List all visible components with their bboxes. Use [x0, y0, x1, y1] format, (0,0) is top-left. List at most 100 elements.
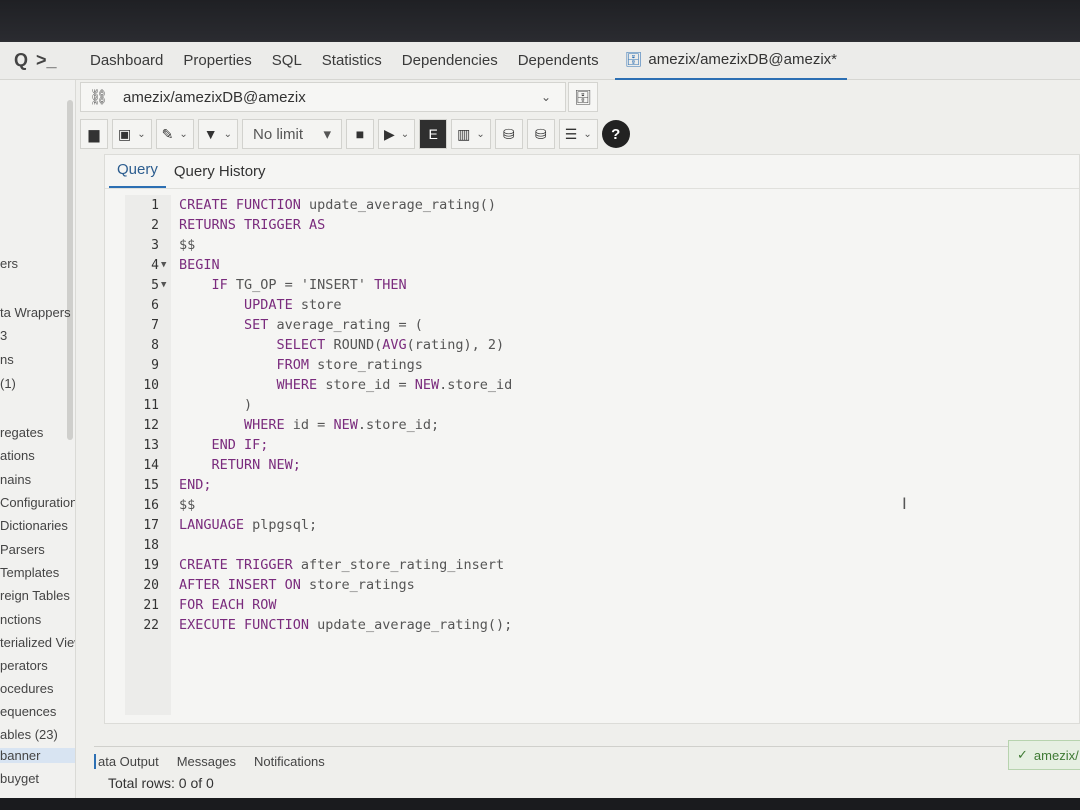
- tree-item[interactable]: ers: [0, 256, 75, 271]
- tab-dependents[interactable]: Dependents: [508, 42, 609, 80]
- sql-keyword: END;: [179, 477, 212, 493]
- sql-keyword: FROM: [179, 357, 318, 373]
- connection-value: amezix/amezixDB@amezix: [123, 88, 306, 106]
- code-line[interactable]: 19 CREATE TRIGGER after_store_rating_inse…: [125, 555, 504, 575]
- tree-item[interactable]: terialized Views: [0, 635, 75, 650]
- tree-item[interactable]: nctions: [0, 612, 75, 627]
- fold-toggle-icon[interactable]: ▼: [159, 260, 171, 270]
- tree-item[interactable]: ta Wrappers: [0, 305, 75, 320]
- chevron-down-icon: ⌄: [179, 128, 188, 140]
- row-limit-select[interactable]: No limit ▾: [242, 119, 342, 149]
- tree-item[interactable]: Parsers: [0, 542, 75, 557]
- tree-item[interactable]: Configuration:: [0, 495, 75, 510]
- code-line[interactable]: 20 AFTER INSERT ON store_ratings: [125, 575, 414, 595]
- code-line[interactable]: 13 END IF;: [125, 435, 268, 455]
- line-number: 1: [151, 197, 159, 213]
- sql-keyword: WHERE: [179, 377, 326, 393]
- code-text: WHERE store_id = NEW.store_id: [171, 377, 513, 393]
- code-line[interactable]: 11 ): [125, 395, 252, 415]
- code-line[interactable]: 3 $$: [125, 235, 195, 255]
- code-line[interactable]: 1 CREATE FUNCTION update_average_rating(): [125, 195, 496, 215]
- sql-token: ROUND(: [333, 337, 383, 353]
- sql-keyword: RETURN NEW;: [179, 457, 301, 473]
- code-line[interactable]: 12 WHERE id = NEW.store_id;: [125, 415, 439, 435]
- rollback-button[interactable]: ⛁: [526, 119, 555, 149]
- edit-button[interactable]: ✎ ⌄: [155, 119, 194, 149]
- commit-button[interactable]: ⛁: [494, 119, 523, 149]
- database-button[interactable]: 🗄: [568, 82, 598, 112]
- line-number: 3: [151, 237, 159, 253]
- tree-item[interactable]: regates: [0, 425, 75, 440]
- sql-keyword: AFTER INSERT ON: [179, 577, 310, 593]
- open-file-button[interactable]: ▆: [80, 119, 108, 149]
- code-line[interactable]: 16 $$: [125, 495, 195, 515]
- tab-messages[interactable]: Messages: [177, 754, 236, 769]
- fold-toggle-icon[interactable]: ▼: [159, 280, 171, 290]
- code-line[interactable]: 2 RETURNS TRIGGER AS: [125, 215, 325, 235]
- chevron-down-icon: ⌄: [476, 128, 485, 140]
- code-line[interactable]: 14 RETURN NEW;: [125, 455, 301, 475]
- macros-button[interactable]: ☰ ⌄: [558, 119, 598, 149]
- code-line[interactable]: 8 SELECT ROUND(AVG(rating), 2): [125, 335, 504, 355]
- tree-item-selected[interactable]: banner: [0, 748, 75, 763]
- help-button[interactable]: ?: [601, 120, 630, 148]
- line-number: 6: [151, 297, 159, 313]
- tree-item[interactable]: (1): [0, 376, 75, 391]
- sql-keyword: SET: [179, 317, 277, 333]
- code-text: BEGIN: [171, 257, 220, 273]
- tree-item[interactable]: buyget: [0, 771, 75, 786]
- stop-button[interactable]: ■: [346, 119, 374, 149]
- code-text: FOR EACH ROW: [171, 597, 277, 613]
- sql-token: store: [300, 297, 342, 313]
- tree-item[interactable]: Dictionaries: [0, 518, 75, 533]
- tree-item[interactable]: Templates: [0, 565, 75, 580]
- code-line[interactable]: 6 UPDATE store: [125, 295, 342, 315]
- tab-data-output[interactable]: ata Output: [94, 754, 159, 769]
- explain-analyze-button[interactable]: ▥ ⌄: [451, 119, 491, 149]
- code-text: END IF;: [171, 437, 269, 453]
- tab-properties[interactable]: Properties: [173, 42, 261, 80]
- code-line[interactable]: 10 WHERE store_id = NEW.store_id: [125, 375, 512, 395]
- tab-dependencies[interactable]: Dependencies: [392, 42, 508, 80]
- success-toast[interactable]: ✓ amezix/: [1008, 740, 1080, 770]
- code-line[interactable]: 5 ▼ IF TG_OP = 'INSERT' THEN: [125, 275, 406, 295]
- tree-item[interactable]: reign Tables: [0, 588, 75, 603]
- row-limit-value: No limit: [253, 125, 304, 143]
- save-button[interactable]: ▣ ⌄: [112, 119, 152, 149]
- tree-item[interactable]: ocedures: [0, 681, 75, 696]
- connection-select[interactable]: ⛓ amezix/amezixDB@amezix ⌄: [80, 82, 566, 112]
- tree-item[interactable]: perators: [0, 658, 75, 673]
- terminal-icon[interactable]: >_: [36, 50, 57, 71]
- search-icon[interactable]: Q: [14, 50, 28, 71]
- tab-sql[interactable]: SQL: [262, 42, 312, 80]
- code-line[interactable]: 18: [125, 535, 179, 555]
- tree-item[interactable]: nains: [0, 472, 75, 487]
- code-line[interactable]: 15 END;: [125, 475, 212, 495]
- code-text: CREATE FUNCTION update_average_rating(): [171, 197, 496, 213]
- code-line[interactable]: 7 SET average_rating = (: [125, 315, 423, 335]
- tree-item[interactable]: ations: [0, 448, 75, 463]
- line-number: 16: [143, 497, 159, 513]
- code-line[interactable]: 22 EXECUTE FUNCTION update_average_rating…: [125, 615, 512, 635]
- code-text: ): [171, 397, 252, 413]
- tab-query-tool[interactable]: 🗄 amezix/amezixDB@amezix*: [614, 42, 847, 80]
- tree-item[interactable]: ns: [0, 352, 75, 367]
- tree-item[interactable]: equences: [0, 704, 75, 719]
- code-text: END;: [171, 477, 212, 493]
- code-line[interactable]: 21 FOR EACH ROW: [125, 595, 277, 615]
- code-line[interactable]: 9 FROM store_ratings: [125, 355, 423, 375]
- filter-button[interactable]: ▼ ⌄: [197, 119, 238, 149]
- tab-statistics[interactable]: Statistics: [312, 42, 392, 80]
- explain-button[interactable]: E: [419, 119, 448, 149]
- execute-button[interactable]: ▶ ⌄: [378, 119, 416, 149]
- code-line[interactable]: 17 LANGUAGE plpgsql;: [125, 515, 317, 535]
- tab-dashboard[interactable]: Dashboard: [80, 42, 173, 80]
- object-explorer: ers ta Wrappers 3 ns (1) regates ations …: [0, 80, 76, 798]
- tree-item[interactable]: ables (23): [0, 727, 75, 742]
- tab-notifications[interactable]: Notifications: [254, 754, 325, 769]
- code-line[interactable]: 4 ▼ BEGIN: [125, 255, 220, 275]
- tab-query[interactable]: Query: [109, 161, 166, 188]
- tree-item[interactable]: 3: [0, 328, 75, 343]
- sql-editor[interactable]: 1 CREATE FUNCTION update_average_rating()…: [125, 195, 1075, 715]
- tab-query-history[interactable]: Query History: [166, 163, 274, 188]
